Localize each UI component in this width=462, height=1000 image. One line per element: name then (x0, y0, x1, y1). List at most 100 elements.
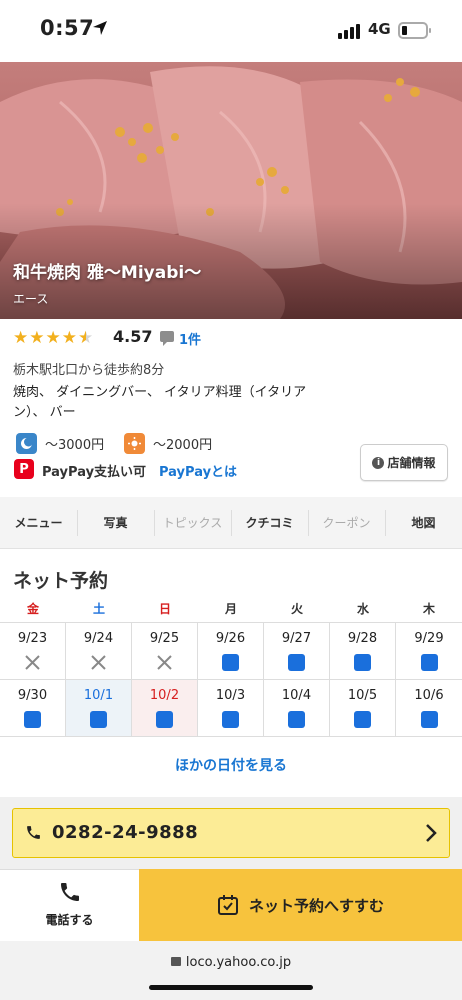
book-online-label: ネット予約へすすむ (248, 896, 384, 915)
calendar-date: 10/2 (149, 688, 180, 703)
lunch-price-label: 〜2000円 (153, 438, 213, 453)
calendar-date: 9/30 (17, 688, 48, 703)
calendar-date: 10/5 (347, 688, 378, 703)
available-icon (288, 711, 305, 728)
access-info: 栃木駅北口から徒歩約8分 (13, 363, 165, 378)
unavailable-x-icon (25, 655, 40, 670)
calendar-date: 9/29 (414, 631, 444, 646)
available-icon (354, 711, 371, 728)
section-tabs: メニュー 写真 トピックス クチコミ クーポン 地図 (0, 497, 462, 549)
paypay-icon: P (14, 459, 34, 479)
calendar-date: 9/28 (347, 631, 378, 646)
calendar-day-cell[interactable]: 10/3 (198, 680, 264, 736)
tab-photos[interactable]: 写真 (77, 497, 154, 548)
booking-calendar: 9/23 9/24 9/25 9/26 9/27 9/28 9/29 9/30 10/1 10/2… (0, 622, 462, 737)
calendar-date: 9/23 (17, 631, 48, 646)
dinner-price-label: 〜3000円 (45, 438, 105, 453)
book-online-button[interactable]: ネット予約へすすむ (139, 869, 462, 941)
more-dates-link[interactable]: ほかの日付を見る (0, 755, 462, 775)
call-label: 電話する (45, 913, 94, 927)
browser-url-bar[interactable]: loco.yahoo.co.jp (0, 941, 462, 1000)
weekday-label: 水 (356, 602, 369, 616)
calendar-date: 9/26 (215, 631, 246, 646)
calendar-day-cell[interactable]: 9/29 (396, 623, 462, 679)
calendar-day-cell[interactable]: 10/4 (264, 680, 330, 736)
url-text: loco.yahoo.co.jp (185, 955, 292, 970)
calendar-date: 10/4 (281, 688, 312, 703)
calendar-week-row: 9/30 10/1 10/2 10/3 10/4 10/5 10/6 (0, 680, 462, 737)
available-icon (288, 654, 305, 671)
lock-icon (170, 957, 181, 966)
weekday-label: 土 (92, 602, 105, 616)
available-icon (420, 711, 438, 728)
phone-icon (27, 826, 40, 839)
phone-number: 0282-24-9888 (52, 822, 199, 843)
calendar-check-icon (217, 895, 238, 915)
tab-topics: トピックス (154, 497, 231, 548)
status-bar: 0:57 4G (0, 0, 462, 62)
star-half-icon: ★ (78, 328, 94, 348)
url-row: loco.yahoo.co.jp (0, 955, 462, 970)
phone-icon (60, 883, 79, 901)
tab-coupons: クーポン (308, 497, 385, 548)
calendar-day-cell[interactable]: 9/27 (264, 623, 330, 679)
calendar-date: 10/6 (414, 688, 444, 703)
calendar-date: 10/3 (215, 688, 246, 703)
calendar-day-cell[interactable]: 10/6 (396, 680, 462, 736)
signal-icon (338, 24, 360, 39)
home-indicator (149, 985, 313, 990)
available-icon (222, 654, 239, 671)
calendar-day-cell[interactable]: 10/5 (330, 680, 396, 736)
calendar-date: 9/24 (83, 631, 114, 646)
dinner-price: 〜3000円 (16, 433, 104, 454)
status-time: 0:57 (40, 16, 95, 40)
info-icon: i (372, 456, 385, 469)
network-type: 4G (368, 20, 391, 38)
battery-icon (398, 22, 431, 39)
calendar-date: 10/1 (83, 688, 114, 703)
calendar-day-cell[interactable]: 9/30 (0, 680, 66, 736)
weekday-label: 金 (26, 602, 39, 616)
call-button[interactable]: 電話する (0, 869, 139, 941)
available-icon (222, 711, 239, 728)
weekday-label: 日 (158, 602, 171, 616)
star-icon: ★ (45, 328, 61, 348)
calendar-day-cell: 9/25 (132, 623, 198, 679)
hero-image[interactable]: 和牛焼肉 雅〜Miyabi〜 エース (0, 62, 462, 319)
rating-score: 4.57 (113, 327, 153, 346)
star-icon: ★ (61, 328, 77, 348)
available-icon (420, 654, 438, 671)
calendar-day-cell[interactable]: 10/2 (132, 680, 198, 736)
store-info-label: 店舗情報 (387, 456, 436, 470)
sun-icon (124, 433, 145, 454)
area-label: エース (13, 292, 49, 306)
review-count-link[interactable]: 1件 (179, 329, 201, 348)
tab-reviews[interactable]: クチコミ (231, 497, 308, 548)
tab-map[interactable]: 地図 (385, 497, 462, 548)
star-icon: ★ (29, 328, 45, 348)
calendar-day-cell: 9/23 (0, 623, 66, 679)
calendar-day-cell[interactable]: 9/26 (198, 623, 264, 679)
genre-list: 焼肉、 ダイニングバー、 イタリア料理（イタリアン）、 バー (13, 385, 307, 420)
booking-title: ネット予約 (13, 570, 109, 592)
available-icon (354, 654, 371, 671)
paypay-link[interactable]: PayPayとは (159, 461, 237, 480)
unavailable-x-icon (91, 655, 106, 670)
paypay-available: PayPay支払い可 (42, 465, 147, 480)
chevron-right-icon (426, 824, 437, 842)
tab-menu[interactable]: メニュー (0, 497, 77, 548)
lunch-price: 〜2000円 (124, 433, 212, 454)
store-info-button[interactable]: i 店舗情報 (360, 444, 448, 481)
phone-button[interactable]: 0282-24-9888 (12, 808, 450, 858)
weekday-header: 金土日月火水木 (0, 600, 462, 622)
weekday-label: 火 (290, 602, 303, 616)
calendar-day-cell[interactable]: 9/28 (330, 623, 396, 679)
star-icon: ★ (13, 328, 29, 348)
calendar-date: 9/25 (149, 631, 180, 646)
calendar-day-cell: 9/24 (66, 623, 132, 679)
calendar-day-cell[interactable]: 10/1 (66, 680, 132, 736)
weekday-label: 木 (422, 602, 435, 616)
unavailable-x-icon (157, 655, 172, 670)
rating-stars: ★ ★ ★ ★ ★ (13, 328, 93, 348)
calendar-week-row: 9/23 9/24 9/25 9/26 9/27 9/28 9/29 (0, 623, 462, 680)
